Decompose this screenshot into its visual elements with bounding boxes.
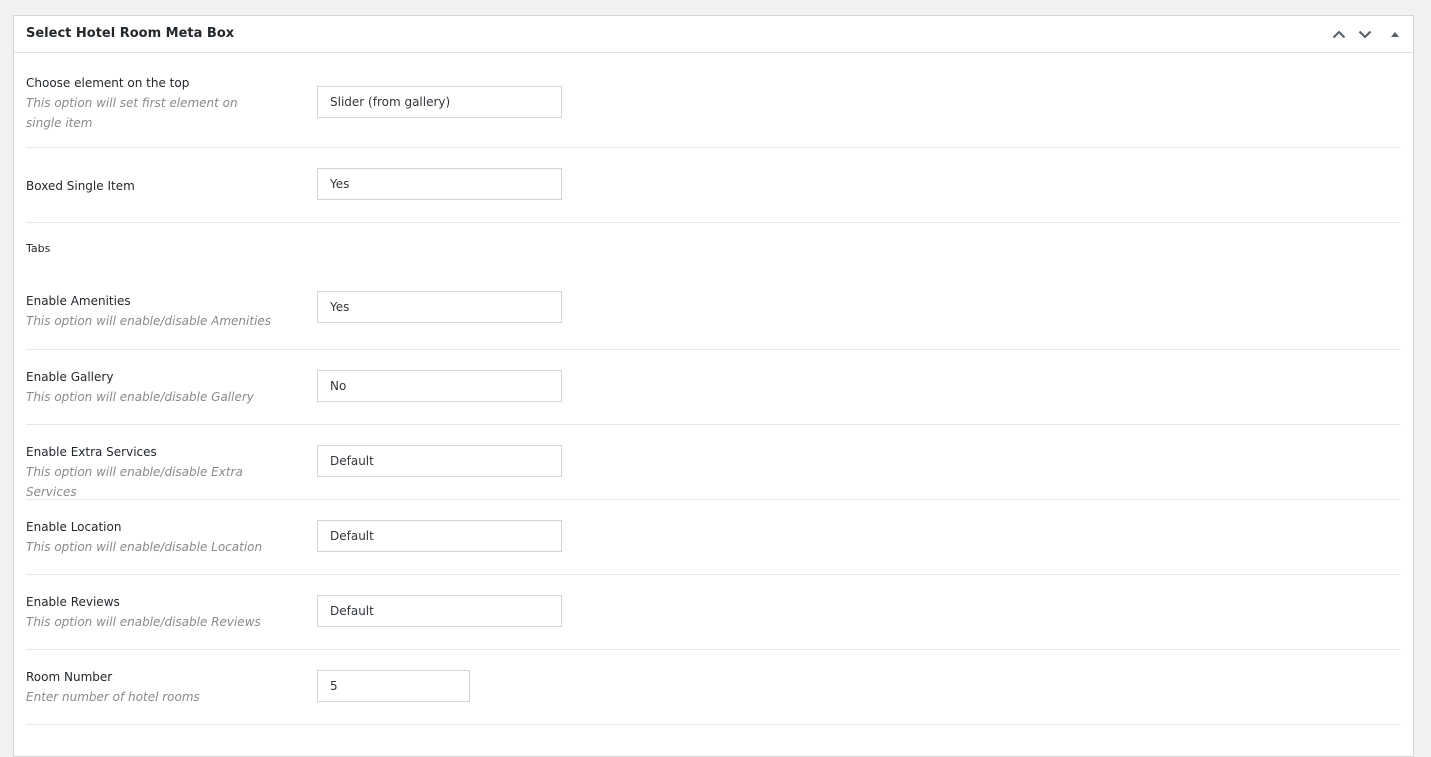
gallery-select[interactable]: No [317,370,562,402]
field-row-top-element: Choose element on the top This option wi… [26,53,1401,148]
field-row-gallery: Enable Gallery This option will enable/d… [26,350,1401,425]
amenities-select[interactable]: Yes [317,291,562,323]
chevron-down-icon [1358,30,1372,38]
hotel-room-meta-box: Select Hotel Room Meta Box Choose elemen… [13,15,1414,757]
room-number-input[interactable]: 5 [317,670,470,702]
location-select[interactable]: Default [317,520,562,552]
boxed-single-select[interactable]: Yes [317,168,562,200]
field-label: Enable Amenities [26,294,131,308]
field-description: This option will enable/disable Location [26,540,263,554]
field-label: Choose element on the top [26,76,190,90]
field-label: Enable Location [26,520,122,534]
move-down-button[interactable] [1353,22,1377,46]
meta-box-header: Select Hotel Room Meta Box [14,16,1413,53]
chevron-up-icon [1332,30,1346,38]
extra-services-select[interactable]: Default [317,445,562,477]
toggle-panel-button[interactable] [1383,22,1407,46]
field-description: This option will enable/disable Gallery [26,390,254,404]
triangle-up-icon [1391,31,1399,37]
meta-box-fields: Choose element on the top This option wi… [26,53,1401,725]
field-description: This option will set first element on si… [26,96,238,130]
field-row-location: Enable Location This option will enable/… [26,500,1401,575]
field-description: Enter number of hotel rooms [26,690,200,704]
field-row-amenities: Enable Amenities This option will enable… [26,275,1401,350]
field-row-reviews: Enable Reviews This option will enable/d… [26,575,1401,650]
move-up-button[interactable] [1327,22,1351,46]
meta-box-title: Select Hotel Room Meta Box [26,26,235,41]
field-row-boxed-single: Boxed Single Item Yes [26,148,1401,223]
field-row-extra-services: Enable Extra Services This option will e… [26,425,1401,500]
top-element-select[interactable]: Slider (from gallery) [317,86,562,118]
reviews-select[interactable]: Default [317,595,562,627]
field-row-room-number: Room Number Enter number of hotel rooms … [26,650,1401,725]
field-label: Enable Extra Services [26,445,157,459]
field-label: Enable Reviews [26,595,120,609]
section-heading-tabs: Tabs [26,242,51,255]
field-description: This option will enable/disable Extra Se… [26,465,243,499]
field-label: Room Number [26,670,113,684]
field-description: This option will enable/disable Reviews [26,615,261,629]
field-label: Enable Gallery [26,370,114,384]
tabs-section: Tabs [26,223,1401,275]
field-label: Boxed Single Item [26,179,135,193]
field-description: This option will enable/disable Amenitie… [26,314,272,328]
